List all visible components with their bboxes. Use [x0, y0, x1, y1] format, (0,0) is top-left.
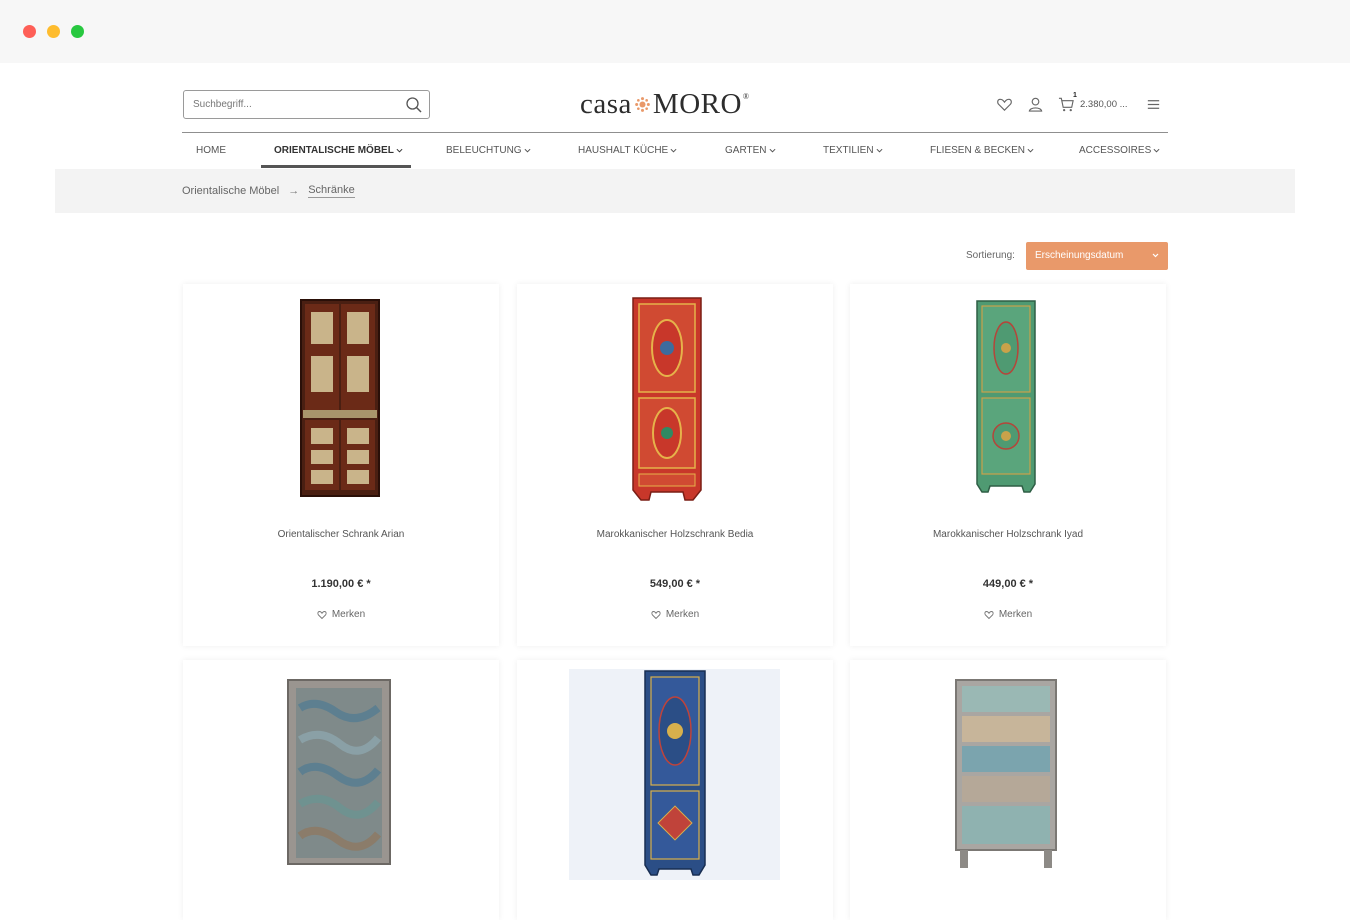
nav-item-haushalt-kueche[interactable]: HAUSHALT KÜCHE — [578, 145, 677, 156]
nav-item-orientalische-moebel[interactable]: ORIENTALISCHE MÖBEL — [274, 145, 403, 156]
arrow-right-icon: → — [288, 185, 300, 197]
menu-icon[interactable] — [1145, 96, 1162, 113]
breadcrumb-current[interactable]: Schränke — [308, 184, 355, 198]
product-card[interactable]: Orientalischer Schrank Arian 1.190,00 € … — [183, 284, 499, 646]
product-card[interactable] — [850, 660, 1166, 920]
heart-icon — [984, 610, 994, 619]
wishlist-button[interactable]: Merken — [517, 609, 833, 620]
nav-item-garten[interactable]: GARTEN — [725, 145, 776, 156]
logo-flower-icon — [635, 96, 650, 112]
window-minimize-dot[interactable] — [47, 25, 60, 38]
logo-text-right: MORO — [652, 87, 742, 120]
cart-total[interactable]: 2.380,00 ... — [1080, 99, 1128, 110]
wishlist-label: Merken — [331, 609, 366, 620]
browser-chrome — [0, 0, 1350, 63]
nav-item-fliesen-becken[interactable]: FLIESEN & BECKEN — [930, 145, 1034, 156]
chevron-down-icon — [1027, 148, 1034, 153]
nav-item-textilien[interactable]: TEXTILIEN — [823, 145, 883, 156]
nav-item-accessoires[interactable]: ACCESSOIRES — [1079, 145, 1160, 156]
product-title[interactable]: Marokkanischer Holzschrank Bedia — [517, 529, 833, 540]
sort-value: Erscheinungsdatum — [1035, 250, 1124, 261]
logo-registered-mark: ® — [742, 91, 750, 101]
heart-icon[interactable] — [996, 96, 1013, 113]
nav-active-indicator — [261, 165, 411, 168]
chevron-down-icon — [396, 148, 403, 153]
chevron-down-icon — [1152, 253, 1159, 258]
chevron-down-icon — [1153, 148, 1160, 153]
wishlist-label: Merken — [665, 609, 700, 620]
product-image-wardrobe[interactable] — [299, 298, 381, 498]
breadcrumb-parent[interactable]: Orientalische Möbel — [182, 185, 279, 197]
product-price: 449,00 € * — [982, 578, 1034, 590]
search-input[interactable] — [193, 97, 393, 111]
product-title[interactable]: Marokkanischer Holzschrank Iyad — [850, 529, 1166, 540]
window-maximize-dot[interactable] — [71, 25, 84, 38]
breadcrumb: Orientalische Möbel → Schränke — [182, 184, 355, 198]
nav-item-beleuchtung[interactable]: BELEUCHTUNG — [446, 145, 531, 156]
heart-icon — [651, 610, 661, 619]
chevron-down-icon — [670, 148, 677, 153]
chevron-down-icon — [876, 148, 883, 153]
wishlist-label: Merken — [998, 609, 1033, 620]
product-image-wardrobe[interactable] — [954, 678, 1058, 870]
sort-select[interactable]: Erscheinungsdatum — [1026, 242, 1168, 270]
heart-icon — [317, 610, 327, 619]
breadcrumb-bar: Orientalische Möbel → Schränke — [55, 169, 1295, 213]
chevron-down-icon — [769, 148, 775, 153]
product-image-wardrobe[interactable] — [974, 298, 1038, 494]
main-nav: HOME ORIENTALISCHE MÖBEL BELEUCHTUNG HAU… — [182, 133, 1168, 169]
product-title[interactable]: Orientalischer Schrank Arian — [183, 529, 499, 540]
product-card[interactable] — [183, 660, 499, 920]
nav-item-home[interactable]: HOME — [196, 145, 226, 156]
search-icon[interactable] — [405, 96, 423, 114]
site-logo[interactable]: casa MORO ® — [580, 86, 750, 122]
user-icon[interactable] — [1027, 96, 1044, 113]
product-image-wardrobe[interactable] — [286, 678, 392, 868]
window-close-dot[interactable] — [23, 25, 36, 38]
wishlist-button[interactable]: Merken — [850, 609, 1166, 620]
sort-label: Sortierung: — [966, 250, 1015, 261]
product-card[interactable] — [517, 660, 833, 920]
product-card[interactable]: Marokkanischer Holzschrank Iyad 449,00 €… — [850, 284, 1166, 646]
product-image-wardrobe[interactable] — [569, 669, 780, 880]
chevron-down-icon — [524, 148, 531, 153]
product-image-wardrobe[interactable] — [629, 294, 705, 504]
wishlist-button[interactable]: Merken — [183, 609, 499, 620]
product-price: 549,00 € * — [649, 578, 701, 590]
cart-count-badge: 1 — [1073, 92, 1077, 99]
search-box — [183, 90, 430, 119]
logo-text-left: casa — [580, 87, 632, 120]
product-price: 1.190,00 € * — [311, 578, 371, 590]
product-card[interactable]: Marokkanischer Holzschrank Bedia 549,00 … — [517, 284, 833, 646]
